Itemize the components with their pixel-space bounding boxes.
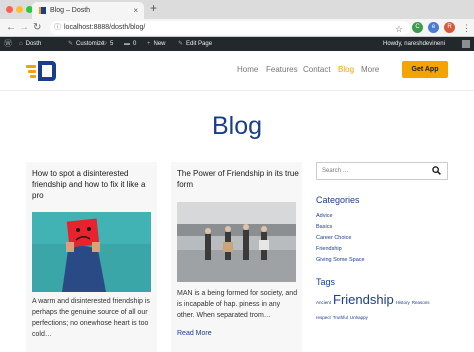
admin-customize[interactable]: ✎ Customize xyxy=(68,37,104,51)
wordpress-logo-icon[interactable]: Ⓦ xyxy=(4,37,12,51)
post-excerpt: MAN is a being formed for society, and i… xyxy=(177,290,298,319)
category-link[interactable]: Career Choice xyxy=(316,233,365,244)
site-logo[interactable] xyxy=(26,61,58,81)
tag-link[interactable]: Reasons xyxy=(412,300,430,305)
user-avatar[interactable] xyxy=(462,40,470,48)
admin-comments[interactable]: ▬ 0 xyxy=(124,37,136,51)
site-name-label: Dosth xyxy=(25,41,42,47)
tab-bar: Blog – Dosth × + xyxy=(0,0,474,19)
browser-menu-icon[interactable]: ⋮ xyxy=(462,21,471,35)
menu-item-more[interactable]: More xyxy=(361,65,379,74)
wp-admin-bar: Ⓦ ⌂ Dosth ✎ Customize ↻ 5 ▬ 0 + New ✎ Edit Pag… xyxy=(0,37,474,51)
browser-chrome: Blog – Dosth × + ← → ↻ ⓘ localhost:8888/… xyxy=(0,0,474,37)
updates-count: 5 xyxy=(110,41,114,47)
get-app-button[interactable]: Get App xyxy=(402,61,448,78)
site-header: Home Features Contact Blog More Get App xyxy=(0,51,474,91)
tag-link[interactable]: respect xyxy=(316,315,331,320)
admin-new[interactable]: + New xyxy=(147,37,166,51)
tag-cloud: Ancient Friendship History Reasons respect T… xyxy=(316,292,448,324)
address-bar[interactable]: ⓘ localhost:8888/dosth/blog/ xyxy=(50,21,410,35)
category-link[interactable]: Friendship xyxy=(316,244,365,255)
tab-title: Blog – Dosth xyxy=(50,7,91,14)
post-excerpt: A warm and disinterested friendship is p… xyxy=(32,298,150,338)
menu-item-contact[interactable]: Contact xyxy=(303,65,331,74)
close-tab-icon[interactable]: × xyxy=(133,2,138,19)
search-input[interactable]: Search … xyxy=(316,162,448,180)
category-link[interactable]: Basics xyxy=(316,222,365,233)
info-icon[interactable]: ⓘ xyxy=(54,21,61,35)
category-link[interactable]: Giving Some Space xyxy=(316,255,365,266)
bookmark-star-icon[interactable]: ☆ xyxy=(395,22,403,36)
brush-icon: ✎ xyxy=(68,41,74,47)
minimize-window-button[interactable] xyxy=(16,6,23,13)
tag-link[interactable]: Truthful xyxy=(333,315,348,320)
post-title[interactable]: The Power of Friendship in its true form xyxy=(177,168,299,190)
extension-green-icon[interactable]: C xyxy=(412,22,423,33)
search-icon[interactable] xyxy=(432,166,441,175)
tag-link[interactable]: History xyxy=(396,300,410,305)
updates-icon: ↻ xyxy=(102,41,108,47)
new-tab-button[interactable]: + xyxy=(150,1,157,15)
post-card: The Power of Friendship in its true form xyxy=(171,162,302,352)
admin-howdy[interactable]: Howdy, nareshdevineni xyxy=(383,37,445,51)
customize-label: Customize xyxy=(76,41,105,47)
tags-title: Tags xyxy=(316,277,336,287)
tag-link[interactable]: Unhappy xyxy=(350,315,368,320)
post-title[interactable]: How to spot a disinterested friendship a… xyxy=(32,168,154,201)
tag-link[interactable]: Ancient xyxy=(316,300,331,305)
browser-tab[interactable]: Blog – Dosth × xyxy=(32,2,144,19)
post-thumbnail[interactable] xyxy=(32,212,151,292)
tag-link[interactable]: Friendship xyxy=(333,292,394,307)
menu-item-blog[interactable]: Blog xyxy=(338,65,354,74)
extension-blue-icon[interactable]: e xyxy=(428,22,439,33)
page-title: Blog xyxy=(211,112,263,140)
forward-button[interactable]: → xyxy=(19,21,29,35)
home-icon: ⌂ xyxy=(19,41,23,47)
profile-avatar[interactable]: R xyxy=(444,22,455,33)
sad-face-photo xyxy=(32,212,151,292)
search-placeholder: Search … xyxy=(322,168,349,174)
read-more-link[interactable]: Read More xyxy=(177,330,212,337)
site-favicon-icon xyxy=(39,7,46,14)
admin-updates[interactable]: ↻ 5 xyxy=(102,37,113,51)
pencil-icon: ✎ xyxy=(178,41,184,47)
url-text: localhost:8888/dosth/blog/ xyxy=(64,24,146,31)
admin-site-name[interactable]: ⌂ Dosth xyxy=(19,37,41,51)
category-link[interactable]: Advice xyxy=(316,211,365,222)
logo-speed-line-icon xyxy=(30,75,36,78)
edit-page-label: Edit Page xyxy=(186,41,213,47)
friends-walking-photo xyxy=(177,202,296,282)
browser-toolbar: ← → ↻ ⓘ localhost:8888/dosth/blog/ ☆ C e… xyxy=(0,19,474,37)
admin-edit-page[interactable]: ✎ Edit Page xyxy=(178,37,212,51)
menu-item-home[interactable]: Home xyxy=(237,65,258,74)
new-label: New xyxy=(153,41,166,47)
close-window-button[interactable] xyxy=(6,6,13,13)
post-card: How to spot a disinterested friendship a… xyxy=(26,162,157,352)
logo-speed-line-icon xyxy=(28,70,36,73)
plus-icon: + xyxy=(147,41,151,47)
back-button[interactable]: ← xyxy=(6,21,16,35)
logo-d-icon xyxy=(38,61,56,81)
category-list: Advice Basics Career Choice Friendship G… xyxy=(316,211,365,266)
reload-button[interactable]: ↻ xyxy=(33,21,41,35)
comments-count: 0 xyxy=(133,41,137,47)
comment-icon: ▬ xyxy=(124,41,130,47)
categories-title: Categories xyxy=(316,195,360,205)
post-thumbnail[interactable] xyxy=(177,202,296,282)
menu-item-features[interactable]: Features xyxy=(266,65,298,74)
logo-speed-line-icon xyxy=(26,65,36,68)
